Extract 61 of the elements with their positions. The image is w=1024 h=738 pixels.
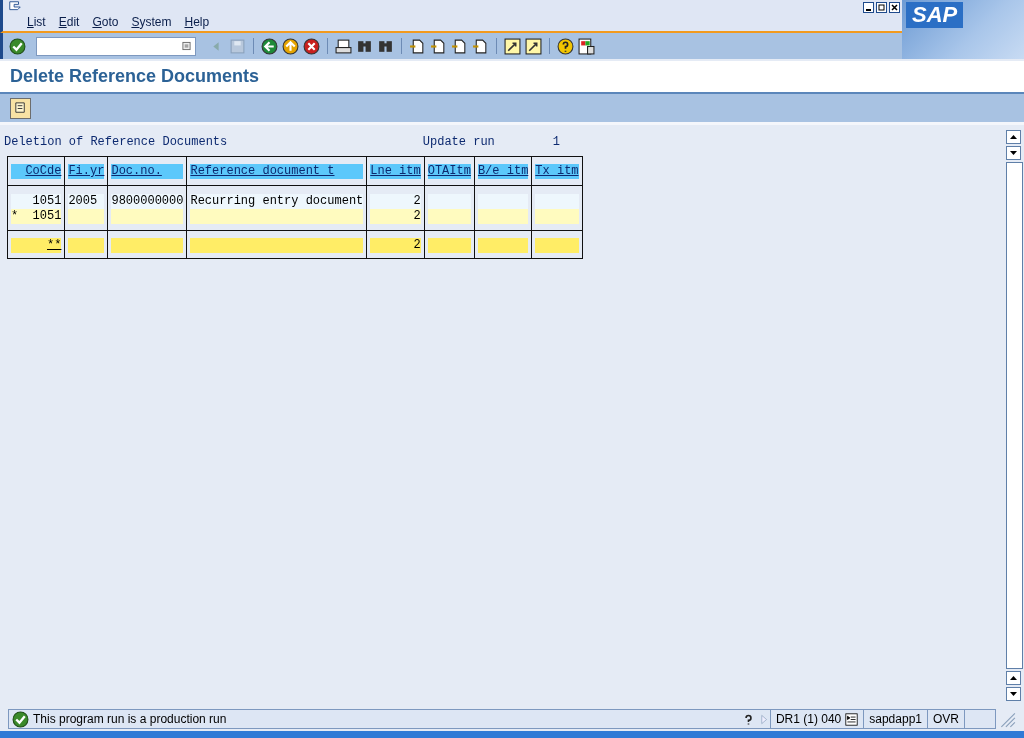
up-icon[interactable] (282, 37, 299, 55)
table-cell: 2 (370, 209, 421, 224)
menu-item[interactable]: Help (179, 15, 218, 29)
cancel-icon[interactable] (303, 37, 320, 55)
column-header[interactable]: OTAItm (427, 164, 471, 179)
menu-item[interactable]: Edit (53, 15, 88, 29)
layout-icon[interactable] (578, 37, 595, 55)
column-header[interactable]: Fi.yr (68, 164, 105, 179)
command-field[interactable] (36, 36, 196, 56)
empty-cell (68, 209, 105, 224)
help-icon[interactable] (557, 37, 574, 55)
menu-item[interactable]: System (126, 15, 180, 29)
column-header[interactable]: Reference document t (190, 164, 364, 179)
update-run-value: 1 (552, 135, 560, 149)
empty-cell (427, 238, 471, 253)
update-run-label: Update run (422, 135, 496, 149)
execute-button[interactable] (10, 97, 31, 119)
empty-cell (477, 238, 529, 253)
empty-cell (535, 209, 579, 224)
scrollbar-track[interactable] (1006, 162, 1023, 669)
column-header[interactable]: Lne itm (370, 164, 421, 179)
empty-cell (477, 209, 529, 224)
list-heading: Deletion of Reference Documents (4, 135, 229, 149)
column-header[interactable]: Doc.no. (111, 164, 184, 179)
empty-cell (535, 238, 579, 253)
table-cell: 1051 (11, 194, 62, 209)
list-icon[interactable] (845, 712, 859, 726)
column-header[interactable]: Tx itm (535, 164, 579, 179)
scroll-up-icon[interactable] (1006, 130, 1021, 144)
status-message: This program run is a production run (33, 712, 227, 726)
close-icon[interactable] (889, 2, 900, 13)
column-header[interactable]: CoCde (11, 164, 62, 179)
menu-item[interactable]: Goto (87, 15, 127, 29)
table-cell: 9800000000 (111, 194, 184, 209)
table-cell: * 1051 (11, 209, 62, 224)
print-icon[interactable] (335, 37, 352, 55)
scroll-up-icon[interactable] (1006, 671, 1021, 685)
empty-cell (68, 238, 105, 253)
system-info: DR1 (1) 040 (775, 712, 842, 726)
success-icon (12, 710, 29, 728)
scroll-down-icon[interactable] (1006, 146, 1021, 160)
table-cell: 2 (370, 194, 421, 209)
insert-mode: OVR (928, 709, 965, 729)
restore-icon[interactable] (876, 2, 887, 13)
empty-cell (477, 194, 529, 209)
empty-cell (535, 194, 579, 209)
table-cell: ** (11, 238, 62, 253)
column-header[interactable]: B/e itm (477, 164, 529, 179)
scroll-down-icon[interactable] (1006, 687, 1021, 701)
enter-icon[interactable] (9, 37, 26, 55)
empty-cell (427, 209, 471, 224)
screen-title: Delete Reference Documents (10, 66, 260, 87)
empty-cell (427, 194, 471, 209)
back-icon[interactable] (261, 37, 278, 55)
table-cell: Recurring entry document (190, 194, 364, 209)
minimize-icon[interactable] (863, 2, 874, 13)
table-cell: 2 (370, 238, 421, 253)
table-cell: 2005 (68, 194, 105, 209)
server-name: sapdapp1 (864, 709, 928, 729)
menu-item[interactable]: List (22, 15, 54, 29)
logo: SAP (906, 2, 964, 28)
